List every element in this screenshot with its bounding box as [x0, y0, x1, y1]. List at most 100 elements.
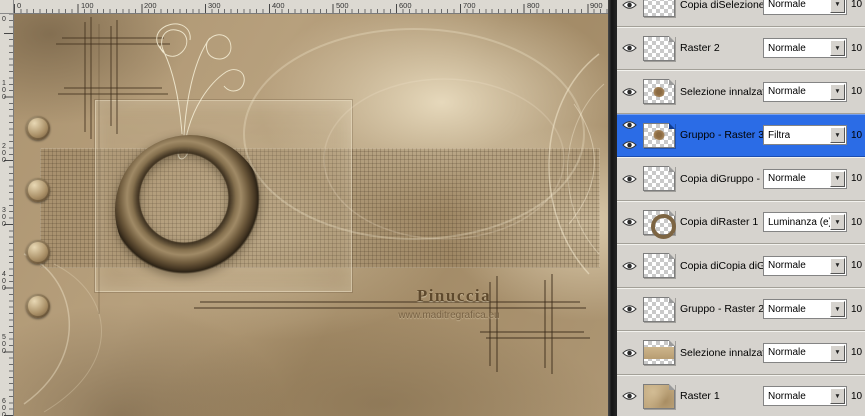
- ruler-label: 300: [208, 1, 221, 10]
- layer-name: Raster 2: [680, 42, 720, 55]
- opacity-value[interactable]: 10: [847, 0, 865, 10]
- blend-mode-dropdown[interactable]: Normale: [763, 168, 847, 189]
- layer-thumbnail[interactable]: [643, 209, 676, 239]
- visibility-eye-icon[interactable]: [621, 391, 637, 402]
- opacity-value[interactable]: 10: [847, 43, 865, 54]
- blend-mode-dropdown[interactable]: Normale: [763, 0, 847, 15]
- horizontal-ruler: 0 100 200 300 400 500 600 700 800 900: [14, 0, 608, 14]
- opacity-value[interactable]: 10: [847, 173, 865, 184]
- opacity-value[interactable]: 10: [847, 304, 865, 315]
- metal-knob: [26, 294, 50, 318]
- ruler-major-ticks: [14, 4, 608, 13]
- metal-knob: [26, 116, 50, 140]
- layer-row[interactable]: Gruppo - Raster 2 Normale 10: [617, 287, 865, 331]
- ruler-label: 500: [336, 1, 349, 10]
- app-window: 0 100 200 300 400 500 600 700 800 900 0 …: [0, 0, 865, 416]
- opacity-value[interactable]: 10: [847, 260, 865, 271]
- opacity-value[interactable]: 10: [847, 217, 865, 228]
- layer-thumbnail[interactable]: [643, 122, 675, 148]
- layer-row[interactable]: Selezione innalzata Normale 10: [617, 331, 865, 375]
- signature-text: Pinuccia: [416, 286, 492, 305]
- visibility-eye-icon[interactable]: [621, 347, 637, 358]
- layer-name: Gruppo - Raster 3: [680, 129, 763, 142]
- layers-palette: Copia diSelezione in Normale 10 Raster 2…: [617, 0, 865, 416]
- visibility-eye-icon[interactable]: [621, 217, 637, 228]
- opacity-value[interactable]: 10: [847, 86, 865, 97]
- layer-row[interactable]: Raster 1 Normale 10: [617, 374, 865, 416]
- layer-thumbnail[interactable]: [643, 79, 675, 105]
- ruler-label: 300: [2, 207, 6, 228]
- ruler-label: 100: [2, 80, 6, 101]
- chevron-down-icon[interactable]: [830, 214, 845, 231]
- blend-mode-dropdown[interactable]: Normale: [763, 81, 847, 102]
- visibility-eye-icon[interactable]: [621, 86, 637, 97]
- layer-row[interactable]: Copia diSelezione in Normale 10: [617, 0, 865, 27]
- blend-mode-dropdown[interactable]: Normale: [763, 299, 847, 320]
- layer-thumbnail[interactable]: [643, 35, 675, 61]
- blend-mode-value: Normale: [768, 173, 806, 185]
- chevron-down-icon[interactable]: [830, 301, 845, 318]
- layer-name: Copia diSelezione in: [680, 0, 763, 11]
- blend-mode-value: Normale: [768, 0, 806, 11]
- blend-mode-dropdown[interactable]: Normale: [763, 255, 847, 276]
- visibility-eye-icon[interactable]: [621, 140, 637, 151]
- opacity-value[interactable]: 10: [847, 347, 865, 358]
- decorative-ring: [115, 135, 265, 285]
- ruler-label: 400: [2, 271, 6, 292]
- opacity-value[interactable]: 10: [847, 391, 865, 402]
- chevron-down-icon[interactable]: [830, 83, 845, 100]
- blend-mode-value: Normale: [768, 347, 806, 359]
- chevron-down-icon[interactable]: [830, 40, 845, 57]
- opacity-value[interactable]: 10: [847, 130, 865, 141]
- ruler-label: 900: [590, 1, 603, 10]
- layer-row[interactable]: Raster 2 Normale 10: [617, 26, 865, 70]
- layer-row[interactable]: Selezione innalzata Normale 10: [617, 70, 865, 114]
- chevron-down-icon[interactable]: [830, 170, 845, 187]
- visibility-eye-icon[interactable]: [621, 120, 637, 131]
- ruler-label: 400: [272, 1, 285, 10]
- chevron-down-icon[interactable]: [830, 257, 845, 274]
- layer-row[interactable]: Copia diCopia diGru Normale 10: [617, 244, 865, 288]
- layer-thumbnail[interactable]: [643, 253, 675, 279]
- ruler-label: 0: [17, 1, 22, 10]
- layer-row-selected[interactable]: Gruppo - Raster 3 Filtra 10: [617, 113, 865, 157]
- visibility-eye-icon[interactable]: [621, 304, 637, 315]
- visibility-eye-icon[interactable]: [621, 173, 637, 184]
- chevron-down-icon[interactable]: [830, 127, 845, 144]
- chevron-down-icon[interactable]: [830, 388, 845, 405]
- layer-thumbnail[interactable]: [643, 383, 675, 409]
- ruler-label: 100: [81, 1, 94, 10]
- ruler-label: 200: [2, 143, 6, 164]
- blend-mode-value: Normale: [768, 260, 806, 272]
- blend-mode-dropdown[interactable]: Normale: [763, 386, 847, 407]
- layer-name: Selezione innalzata: [680, 85, 763, 98]
- ruler-label: 500: [2, 334, 6, 355]
- ruler-label: 800: [527, 1, 540, 10]
- layer-thumbnail[interactable]: [643, 340, 675, 366]
- blend-mode-value: Filtra: [768, 129, 791, 141]
- metal-knob: [26, 178, 50, 202]
- blend-mode-dropdown[interactable]: Normale: [763, 342, 847, 363]
- blend-mode-value: Normale: [768, 86, 806, 98]
- metal-knob: [26, 240, 50, 264]
- blend-mode-value: Luminanza (e): [768, 216, 830, 228]
- layer-row[interactable]: Copia diGruppo - Ra Normale 10: [617, 157, 865, 201]
- blend-mode-value: Normale: [768, 303, 806, 315]
- blend-mode-dropdown[interactable]: Luminanza (e): [763, 212, 847, 233]
- layer-thumbnail[interactable]: [643, 166, 675, 192]
- visibility-eye-icon[interactable]: [621, 0, 637, 10]
- chevron-down-icon[interactable]: [830, 0, 845, 13]
- layer-name: Copia diGruppo - Ra: [680, 172, 763, 185]
- blend-mode-dropdown[interactable]: Normale: [763, 38, 847, 59]
- blend-mode-value: Normale: [768, 390, 806, 402]
- blend-mode-dropdown[interactable]: Filtra: [763, 125, 847, 146]
- layer-thumbnail[interactable]: [643, 296, 675, 322]
- layer-name: Gruppo - Raster 2: [680, 303, 763, 316]
- visibility-eye-icon[interactable]: [621, 260, 637, 271]
- layer-thumbnail[interactable]: [643, 0, 675, 18]
- layer-row[interactable]: Copia diRaster 1 Luminanza (e) 10: [617, 200, 865, 244]
- vertical-ruler: 0 100 200 300 400 500 600: [0, 14, 14, 416]
- visibility-eye-icon[interactable]: [621, 43, 637, 54]
- canvas-artwork[interactable]: Pinuccia www.maditregrafica.eu: [14, 14, 608, 416]
- chevron-down-icon[interactable]: [830, 344, 845, 361]
